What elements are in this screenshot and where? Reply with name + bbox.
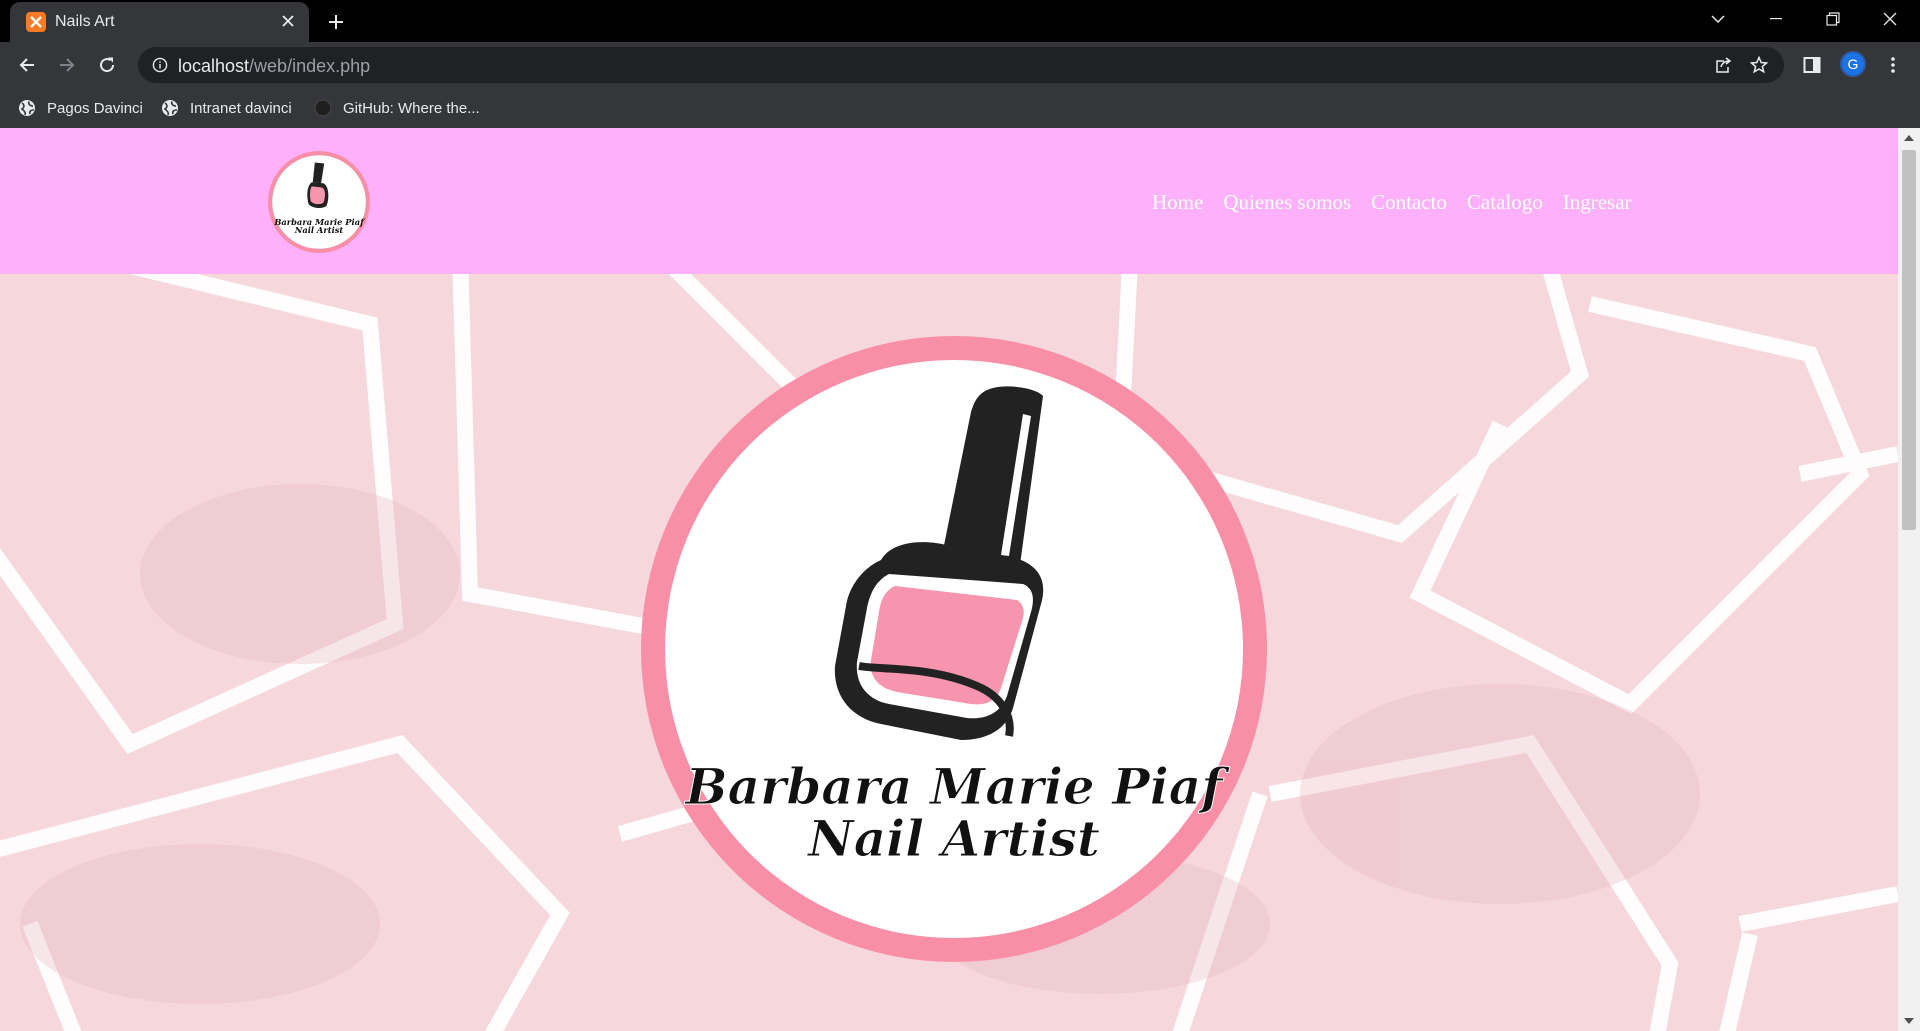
github-icon bbox=[314, 99, 332, 117]
nav-quienes-somos[interactable]: Quienes somos bbox=[1223, 190, 1351, 215]
back-icon[interactable] bbox=[12, 50, 42, 80]
bookmarks-bar: Pagos Davinci Intranet davinci GitHub: W… bbox=[0, 88, 1920, 128]
scroll-down-icon[interactable] bbox=[1898, 1013, 1920, 1029]
forward-icon[interactable] bbox=[52, 50, 82, 80]
nav-contacto[interactable]: Contacto bbox=[1371, 190, 1447, 215]
tab-title: Nails Art bbox=[55, 13, 115, 30]
nav-ingresar[interactable]: Ingresar bbox=[1563, 190, 1632, 215]
bookmark-label: GitHub: Where the... bbox=[343, 99, 480, 117]
url-text: localhost/web/index.php bbox=[178, 56, 370, 77]
close-window-icon[interactable] bbox=[1862, 0, 1918, 38]
bookmark-github[interactable]: GitHub: Where the... bbox=[314, 96, 480, 120]
url-path: /web/index.php bbox=[249, 56, 371, 76]
bookmark-pagos-davinci[interactable]: Pagos Davinci bbox=[18, 96, 143, 120]
tab-search-icon[interactable] bbox=[1690, 0, 1746, 38]
tab-strip: Nails Art bbox=[0, 0, 1920, 42]
profile-avatar[interactable]: G bbox=[1840, 51, 1866, 77]
xampp-favicon-icon bbox=[26, 12, 46, 32]
site-logo[interactable]: Barbara Marie Piaf Nail Artist bbox=[267, 150, 371, 254]
hero-logo-line1: Barbara Marie Piaf bbox=[683, 757, 1230, 816]
globe-icon bbox=[18, 99, 36, 117]
page-scrollbar[interactable] bbox=[1898, 128, 1920, 1031]
minimize-icon[interactable] bbox=[1748, 0, 1804, 38]
restore-icon[interactable] bbox=[1805, 0, 1861, 38]
bookmark-star-icon[interactable] bbox=[1748, 54, 1770, 76]
share-icon[interactable] bbox=[1712, 54, 1734, 76]
browser-toolbar: localhost/web/index.php G bbox=[0, 42, 1920, 88]
svg-text:Nail Artist: Nail Artist bbox=[294, 225, 344, 235]
nav-catalogo[interactable]: Catalogo bbox=[1467, 190, 1543, 215]
reload-icon[interactable] bbox=[92, 50, 122, 80]
hero-logo: Barbara Marie Piaf Nail Artist bbox=[641, 336, 1267, 962]
browser-tab[interactable]: Nails Art bbox=[10, 2, 309, 42]
scroll-up-icon[interactable] bbox=[1898, 130, 1920, 146]
side-panel-icon[interactable] bbox=[1797, 50, 1827, 80]
nav-home[interactable]: Home bbox=[1152, 190, 1203, 215]
hero-banner: Barbara Marie Piaf Nail Artist bbox=[0, 274, 1898, 1031]
address-bar[interactable]: localhost/web/index.php bbox=[138, 47, 1784, 83]
globe-icon bbox=[161, 99, 179, 117]
hero-logo-line2: Nail Artist bbox=[806, 809, 1100, 868]
main-nav: Home Quienes somos Contacto Catalogo Ing… bbox=[1152, 190, 1652, 215]
close-tab-icon[interactable] bbox=[277, 10, 299, 32]
menu-dots-icon[interactable] bbox=[1878, 50, 1908, 80]
page-viewport: Barbara Marie Piaf Nail Artist Home Quie… bbox=[0, 128, 1920, 1031]
bookmark-intranet-davinci[interactable]: Intranet davinci bbox=[161, 96, 292, 120]
url-host: localhost bbox=[178, 56, 250, 76]
scrollbar-thumb[interactable] bbox=[1902, 150, 1916, 530]
site-info-icon[interactable] bbox=[150, 55, 170, 75]
bookmark-label: Intranet davinci bbox=[190, 99, 292, 117]
site-header: Barbara Marie Piaf Nail Artist Home Quie… bbox=[0, 128, 1898, 274]
new-tab-icon[interactable] bbox=[322, 9, 350, 35]
bookmark-label: Pagos Davinci bbox=[47, 99, 143, 117]
